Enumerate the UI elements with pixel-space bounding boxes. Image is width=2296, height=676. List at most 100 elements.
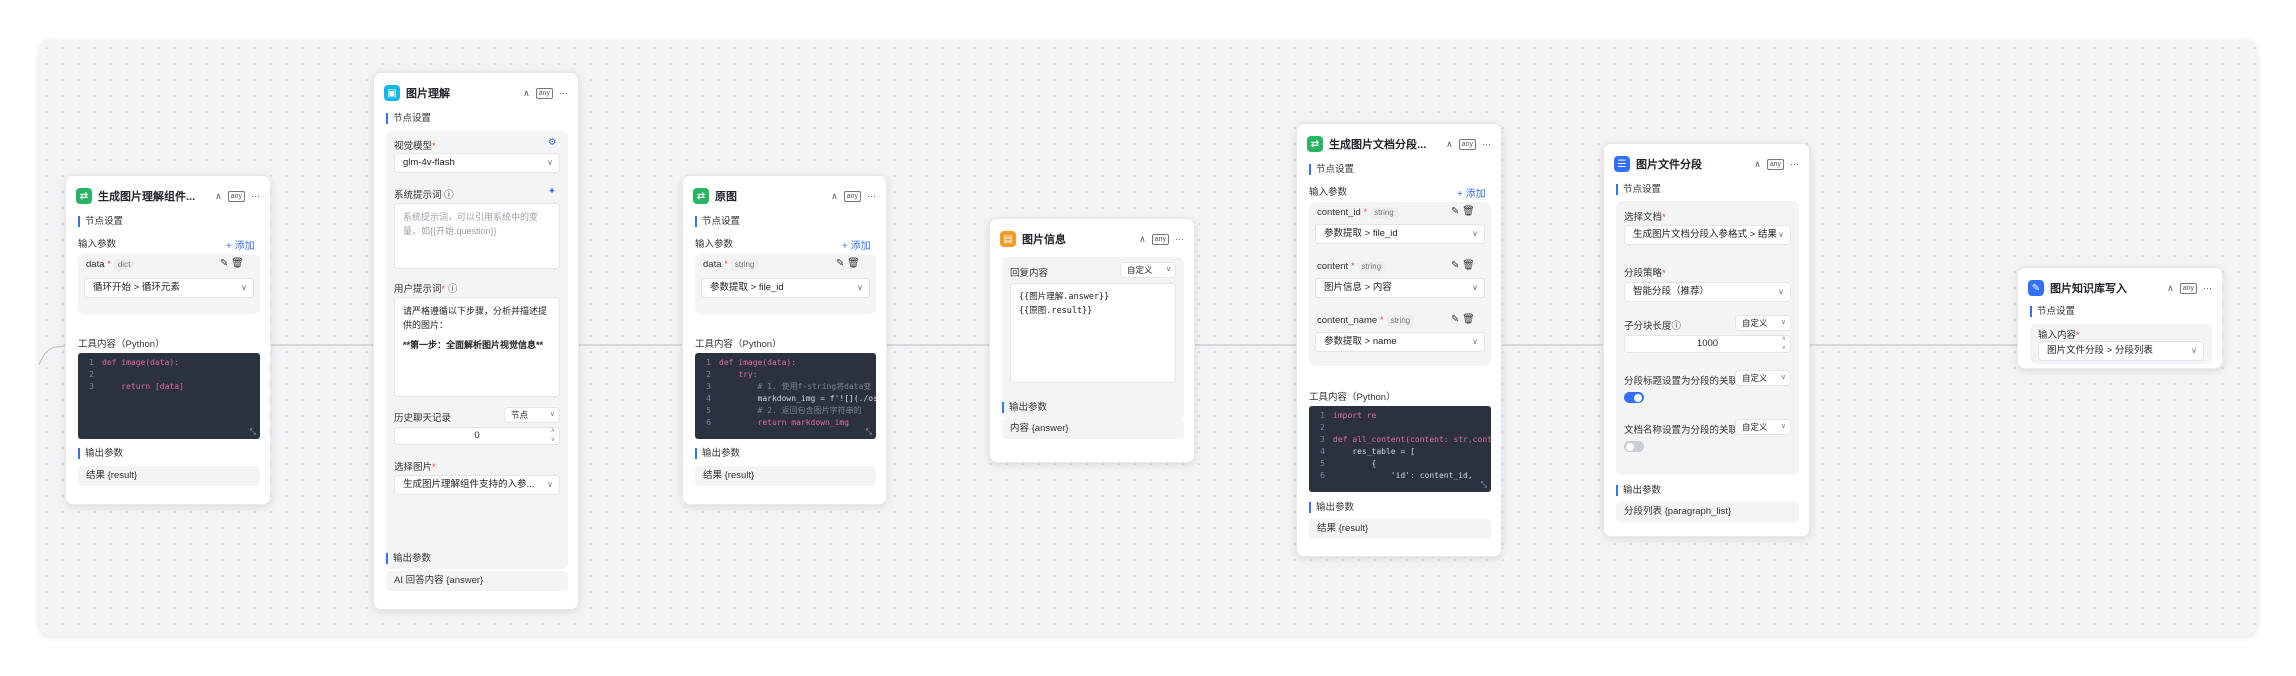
add-param-button[interactable]: + 添加 [1457,185,1486,200]
edit-delete-icons[interactable]: ✎ 🗑 [836,258,860,269]
node-generate-doc-params[interactable]: ⇄ 生成图片文档分段... ∧ any ··· 节点设置 输入参数 + 添加 con… [1296,123,1502,557]
node-title: 图片信息 [1022,234,1066,246]
name-assoc-toggle[interactable] [1624,441,1644,452]
node-image-info[interactable]: ▤ 图片信息 ∧ any ··· 回复内容 自定义 ∨ {{图片理解.answer}}… [989,218,1195,463]
mode-select[interactable]: 自定义 ∨ [1120,262,1176,278]
more-icon[interactable]: ··· [251,191,260,201]
param-value-select[interactable]: 图片信息 > 内容 ∨ [1315,278,1485,298]
output-field: 结果 {result} [695,466,876,486]
required-mark: * [1662,268,1666,279]
param-value-select[interactable]: 循环开始 > 循环元素 ∨ [84,278,254,298]
edit-delete-icons[interactable]: ✎ 🗑 [1451,260,1475,271]
chunk-length-stepper[interactable]: 1000 ∧ ∨ [1624,335,1791,353]
chunk-length: 1000 [1696,338,1719,349]
mode-value: 自定义 [1127,265,1153,275]
more-icon[interactable]: ··· [1175,234,1184,244]
section-title: 节点设置 [1616,184,1661,195]
any-badge: any [227,190,245,202]
collapse-icon[interactable]: ∧ [2167,283,2174,294]
code-text: markdown_img = f'![](./oss [719,394,876,403]
collapse-icon[interactable]: ∧ [523,88,530,99]
history-count-stepper[interactable]: 0 ∧ ∨ [394,427,560,445]
system-prompt-input[interactable]: 系统提示词，可以引用系统中的变量，如{{开始.question}} [394,203,560,269]
code-text: def all_content(content: str,cont [1333,435,1491,444]
user-prompt-label: 用户提示词 [394,284,442,295]
doc-select[interactable]: 生成图片文档分段入参格式 > 结果 ∨ [1624,225,1791,245]
workflow-canvas[interactable]: ⇄ 生成图片理解组件... ∧ any ··· 节点设置 输入参数 + 添加 dat… [39,40,2257,636]
title-assoc-toggle[interactable] [1624,392,1644,403]
chevron-down-icon: ∨ [2191,346,2197,355]
chevron-down-icon: ∨ [549,411,555,418]
content-select[interactable]: 图片文件分段 > 分段列表 ∨ [2038,341,2204,361]
chevron-down-icon: ∨ [1472,229,1478,238]
image-select[interactable]: 生成图片理解组件支持的入参... ∨ [394,475,560,495]
collapse-icon[interactable]: ∧ [1139,234,1146,245]
param-value-select[interactable]: 参数提取 > name ∨ [1315,332,1485,352]
resize-icon[interactable]: ⤡ [250,427,256,437]
code-editor[interactable]: 1 def image(data): 2 3 return [data] ⤡ [78,353,260,439]
resize-icon[interactable]: ⤡ [866,427,872,437]
param-panel: content_id * string ✎ 🗑 参数提取 > file_id ∨ c… [1309,202,1491,366]
node-header: ▤ 图片信息 ∧ any ··· [1000,229,1184,249]
name-assoc-mode-select[interactable]: 自定义 ∨ [1735,419,1791,435]
model-select[interactable]: glm-4v-flash ∨ [394,153,560,173]
resize-icon[interactable]: ⤡ [1481,480,1487,490]
line-number: 2 [89,370,94,379]
param-value: 参数提取 > file_id [1324,228,1398,239]
add-param-button[interactable]: + 添加 [226,237,255,252]
settings-icon[interactable]: ⚙ [548,137,557,148]
edit-delete-icons[interactable]: ✎ 🗑 [1451,314,1475,325]
history-mode-select[interactable]: 节点 ∨ [504,407,560,423]
label-input-params: 输入参数 [1309,187,1348,198]
more-icon[interactable]: ··· [1790,159,1799,169]
line-number: 3 [89,382,94,391]
chunk-label: 子分块长度 [1624,321,1672,332]
content-label: 输入内容 [2038,330,2077,341]
node-image-kb-write[interactable]: ✎ 图片知识库写入 ∧ any ··· 节点设置 输入内容* 图片文件分段 > 分段… [2017,267,2223,369]
more-icon[interactable]: ··· [559,88,568,98]
stepper-arrows-icon[interactable]: ∧ ∨ [551,427,555,445]
node-original-image[interactable]: ⇄ 原图 ∧ any ··· 节点设置 输入参数 + 添加 data * string… [682,175,887,505]
code-line: 3 def all_content(content: str,cont [1309,434,1491,446]
code-text: def image(data): [102,358,180,367]
title-assoc-mode-select[interactable]: 自定义 ∨ [1735,370,1791,386]
chevron-down-icon: ∨ [1780,423,1786,430]
add-param-button[interactable]: + 添加 [842,237,871,252]
chunk-mode-select[interactable]: 自定义 ∨ [1735,315,1791,331]
line-number: 3 [706,382,711,391]
param-name: data [703,259,722,270]
code-editor[interactable]: 1 def image(data): 2 try: 3 # 1. 使用f-string… [695,353,876,439]
collapse-icon[interactable]: ∧ [1446,139,1453,150]
line-number: 2 [706,370,711,379]
node-generate-image-params[interactable]: ⇄ 生成图片理解组件... ∧ any ··· 节点设置 输入参数 + 添加 dat… [65,175,271,505]
collapse-icon[interactable]: ∧ [215,191,222,202]
section-output: 输出参数 [1616,485,1661,496]
stepper-arrows-icon[interactable]: ∧ ∨ [1782,335,1786,353]
strategy-select[interactable]: 智能分段（推荐） ∨ [1624,282,1791,302]
code-line: 2 try: [695,369,876,381]
settings-panel: 选择文档* 生成图片文档分段入参格式 > 结果 ∨ 分段策略* 智能分段（推荐） ∨… [1616,201,1799,475]
more-icon[interactable]: ··· [867,191,876,201]
collapse-icon[interactable]: ∧ [1754,159,1761,170]
node-image-understanding[interactable]: ▣ 图片理解 ∧ any ··· 节点设置 视觉模型* ⚙ glm-4v-flash… [373,72,579,610]
more-icon[interactable]: ··· [1482,139,1491,149]
code-editor[interactable]: 1 import re 2 3 def all_content(content: str… [1309,406,1491,492]
param-value-select[interactable]: 参数提取 > file_id ∨ [701,278,870,298]
type-tag: string [1370,207,1398,219]
code-line: 1 import re [1309,410,1491,422]
section-output: 输出参数 [78,448,123,459]
edit-delete-icons[interactable]: ✎ 🗑 [220,258,244,269]
content-panel: 回复内容 自定义 ∨ {{图片理解.answer}} {{原图.result}} [1002,257,1184,419]
type-tag: string [1386,315,1415,327]
user-prompt-input[interactable]: 请严格遵循以下步骤，分析并描述提供的图片： **第一步：全面解析图片视觉信息** [394,297,560,397]
param-value-select[interactable]: 参数提取 > file_id ∨ [1315,224,1485,244]
node-header: ☰ 图片文件分段 ∧ any ··· [1614,154,1799,174]
edit-delete-icons[interactable]: ✎ 🗑 [1451,206,1475,217]
more-icon[interactable]: ··· [2203,283,2212,293]
content-editor[interactable]: {{图片理解.answer}} {{原图.result}} [1010,283,1176,383]
doc-label: 选择文档 [1624,212,1663,223]
sparkle-icon[interactable]: ✦ [548,186,556,197]
node-image-file-segment[interactable]: ☰ 图片文件分段 ∧ any ··· 节点设置 选择文档 * 生成图片文档分段入参格式… [1603,143,1810,537]
line-number: 5 [706,406,711,415]
collapse-icon[interactable]: ∧ [831,191,838,202]
